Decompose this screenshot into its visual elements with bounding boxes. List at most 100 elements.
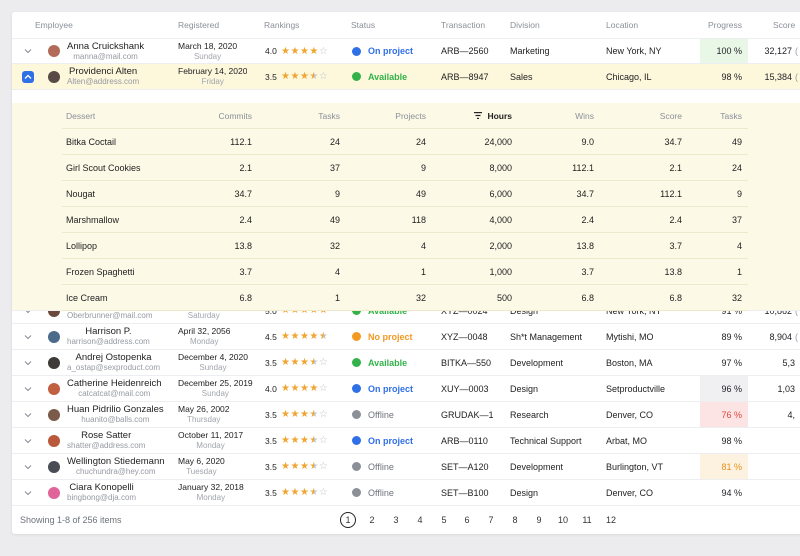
expand-toggle[interactable] [22,350,34,375]
chevron-down-icon[interactable] [22,383,34,395]
col-registered[interactable]: Registered [178,12,219,38]
page-7[interactable]: 7 [483,512,499,528]
rankings-cell: 3.5 ★★★★☆ [265,350,328,375]
subtable-row[interactable]: Ice Cream 6.8 1 32 500 6.8 6.8 32 [62,285,748,311]
division: Sh*t Management [510,331,583,342]
division: Research [510,409,549,420]
subtable-row[interactable]: Marshmallow 2.4 49 118 4,000 2.4 2.4 37 [62,207,748,233]
subtable-row[interactable]: Lollipop 13.8 32 4 2,000 13.8 3.7 4 [62,233,748,259]
sub-col-commits[interactable]: Commits [182,103,252,128]
star-full-icon: ★ [299,487,310,498]
chevron-down-icon[interactable] [22,461,34,473]
table-row[interactable]: Providenci Alten Alten@address.com Febru… [12,64,800,90]
col-rankings[interactable]: Rankings [264,12,299,38]
score-value: 5,3 [782,357,795,368]
subtable-row[interactable]: Nougat 34.7 9 49 6,000 34.7 112.1 9 [62,181,748,207]
chevron-down-icon[interactable] [22,487,34,499]
col-progress[interactable]: Progress [708,12,742,38]
chevron-down-icon[interactable] [22,409,34,421]
expand-toggle[interactable] [22,454,34,479]
sub-col-score[interactable]: Score [612,103,682,128]
hours-value: 500 [496,292,512,303]
subtable-row[interactable]: Frozen Spaghetti 3.7 4 1 1,000 3.7 13.8 … [62,259,748,285]
registered-weekday: Tuesday [186,467,217,476]
star-full-icon: ★ [309,383,319,394]
page-8[interactable]: 8 [507,512,523,528]
chevron-down-icon[interactable] [22,45,34,57]
page-10[interactable]: 10 [555,512,571,528]
sub-col-projects[interactable]: Projects [362,103,426,128]
col-score[interactable]: Score [773,12,795,38]
table-row[interactable]: Rose Satter shatter@address.com October … [12,428,800,454]
chevron-up-icon[interactable] [22,70,34,83]
employee-cell: Catherine Heidenreich catcatcat@mail.com [67,376,162,401]
status-text: Available [368,357,408,368]
location: Denver, CO [606,409,654,420]
status-text: On project [368,435,414,446]
status-text: Offline [368,409,394,420]
progress-value: 96 % [700,376,748,401]
progress-value: 76 % [700,402,748,427]
table-row[interactable]: Catherine Heidenreich catcatcat@mail.com… [12,376,800,402]
sub-col-wins[interactable]: Wins [532,103,594,128]
transaction-id: ARB—8947 [441,71,489,82]
page-2[interactable]: 2 [364,512,380,528]
page-12[interactable]: 12 [603,512,619,528]
sub-col-tasks[interactable]: Tasks [272,103,340,128]
chevron-down-icon[interactable] [22,331,34,343]
col-employee[interactable]: Employee [35,12,73,38]
page-3[interactable]: 3 [388,512,404,528]
score-cell: 4, [752,402,800,427]
registered-cell: February 14, 2020 Friday [178,64,247,89]
page-9[interactable]: 9 [531,512,547,528]
expand-toggle[interactable] [22,64,34,89]
rating-value: 3.5 [265,435,277,446]
page-4[interactable]: 4 [412,512,428,528]
rating-value: 3.5 [265,461,277,472]
col-status[interactable]: Status [351,12,375,38]
chevron-down-icon[interactable] [22,435,34,447]
star-empty-icon: ☆ [318,71,329,82]
table-row[interactable]: Wellington Stiedemann chuchundra@hey.com… [12,454,800,480]
score-value: 4, [787,409,795,420]
col-division[interactable]: Division [510,12,540,38]
sub-col-tasks2[interactable]: Tasks [692,103,742,128]
rating-value: 4.0 [265,383,277,394]
expand-toggle[interactable] [22,376,34,401]
col-location[interactable]: Location [606,12,638,38]
expand-toggle[interactable] [22,402,34,427]
sub-col-dessert[interactable]: Dessert [66,103,95,128]
projects-value: 49 [415,188,426,199]
expand-toggle[interactable] [22,39,34,63]
col-transaction[interactable]: Transaction [441,12,485,38]
projects-value: 118 [411,214,426,225]
table-row[interactable]: Andrej Ostopenka a_ostap@sexproduct.com … [12,350,800,376]
table-row[interactable]: Ciara Konopelli bingbong@dja.com January… [12,480,800,506]
rating-value: 3.5 [265,357,277,368]
registered-weekday: Sunday [193,51,222,61]
page-6[interactable]: 6 [459,512,475,528]
table-row[interactable]: Anna Cruickshank manna@mail.com March 18… [12,39,800,64]
score-extra: ( [795,71,798,82]
registered-date: December 4, 2020 [178,352,248,362]
page-11[interactable]: 11 [579,512,595,528]
table-row[interactable]: Harrison P. harrison@address.com April 3… [12,324,800,350]
registered-date: February 14, 2020 [178,66,248,76]
subtable-row[interactable]: Bitka Coctail 112.1 24 24 24,000 9.0 34.… [62,129,748,155]
rating-stars: ★★★★☆ [281,461,328,472]
chevron-down-icon[interactable] [22,357,34,369]
sub-col-hours[interactable]: Hours [442,103,512,128]
page-5[interactable]: 5 [436,512,452,528]
employee-email: harrison@address.com [67,337,150,346]
expand-toggle[interactable] [22,324,34,349]
expand-toggle[interactable] [22,480,34,505]
avatar [48,350,60,375]
subtable-row[interactable]: Girl Scout Cookies 2.1 37 9 8,000 112.1 … [62,155,748,181]
page-1[interactable]: 1 [340,512,356,528]
progress-value: 100 % [700,39,748,63]
registered-cell: December 4, 2020 Sunday [178,350,248,375]
expand-toggle[interactable] [22,428,34,453]
employee-email: Alten@address.com [67,77,140,86]
table-row[interactable]: Huan Pidrilio Gonzales huanito@balls.com… [12,402,800,428]
location: Chicago, IL [606,71,652,82]
